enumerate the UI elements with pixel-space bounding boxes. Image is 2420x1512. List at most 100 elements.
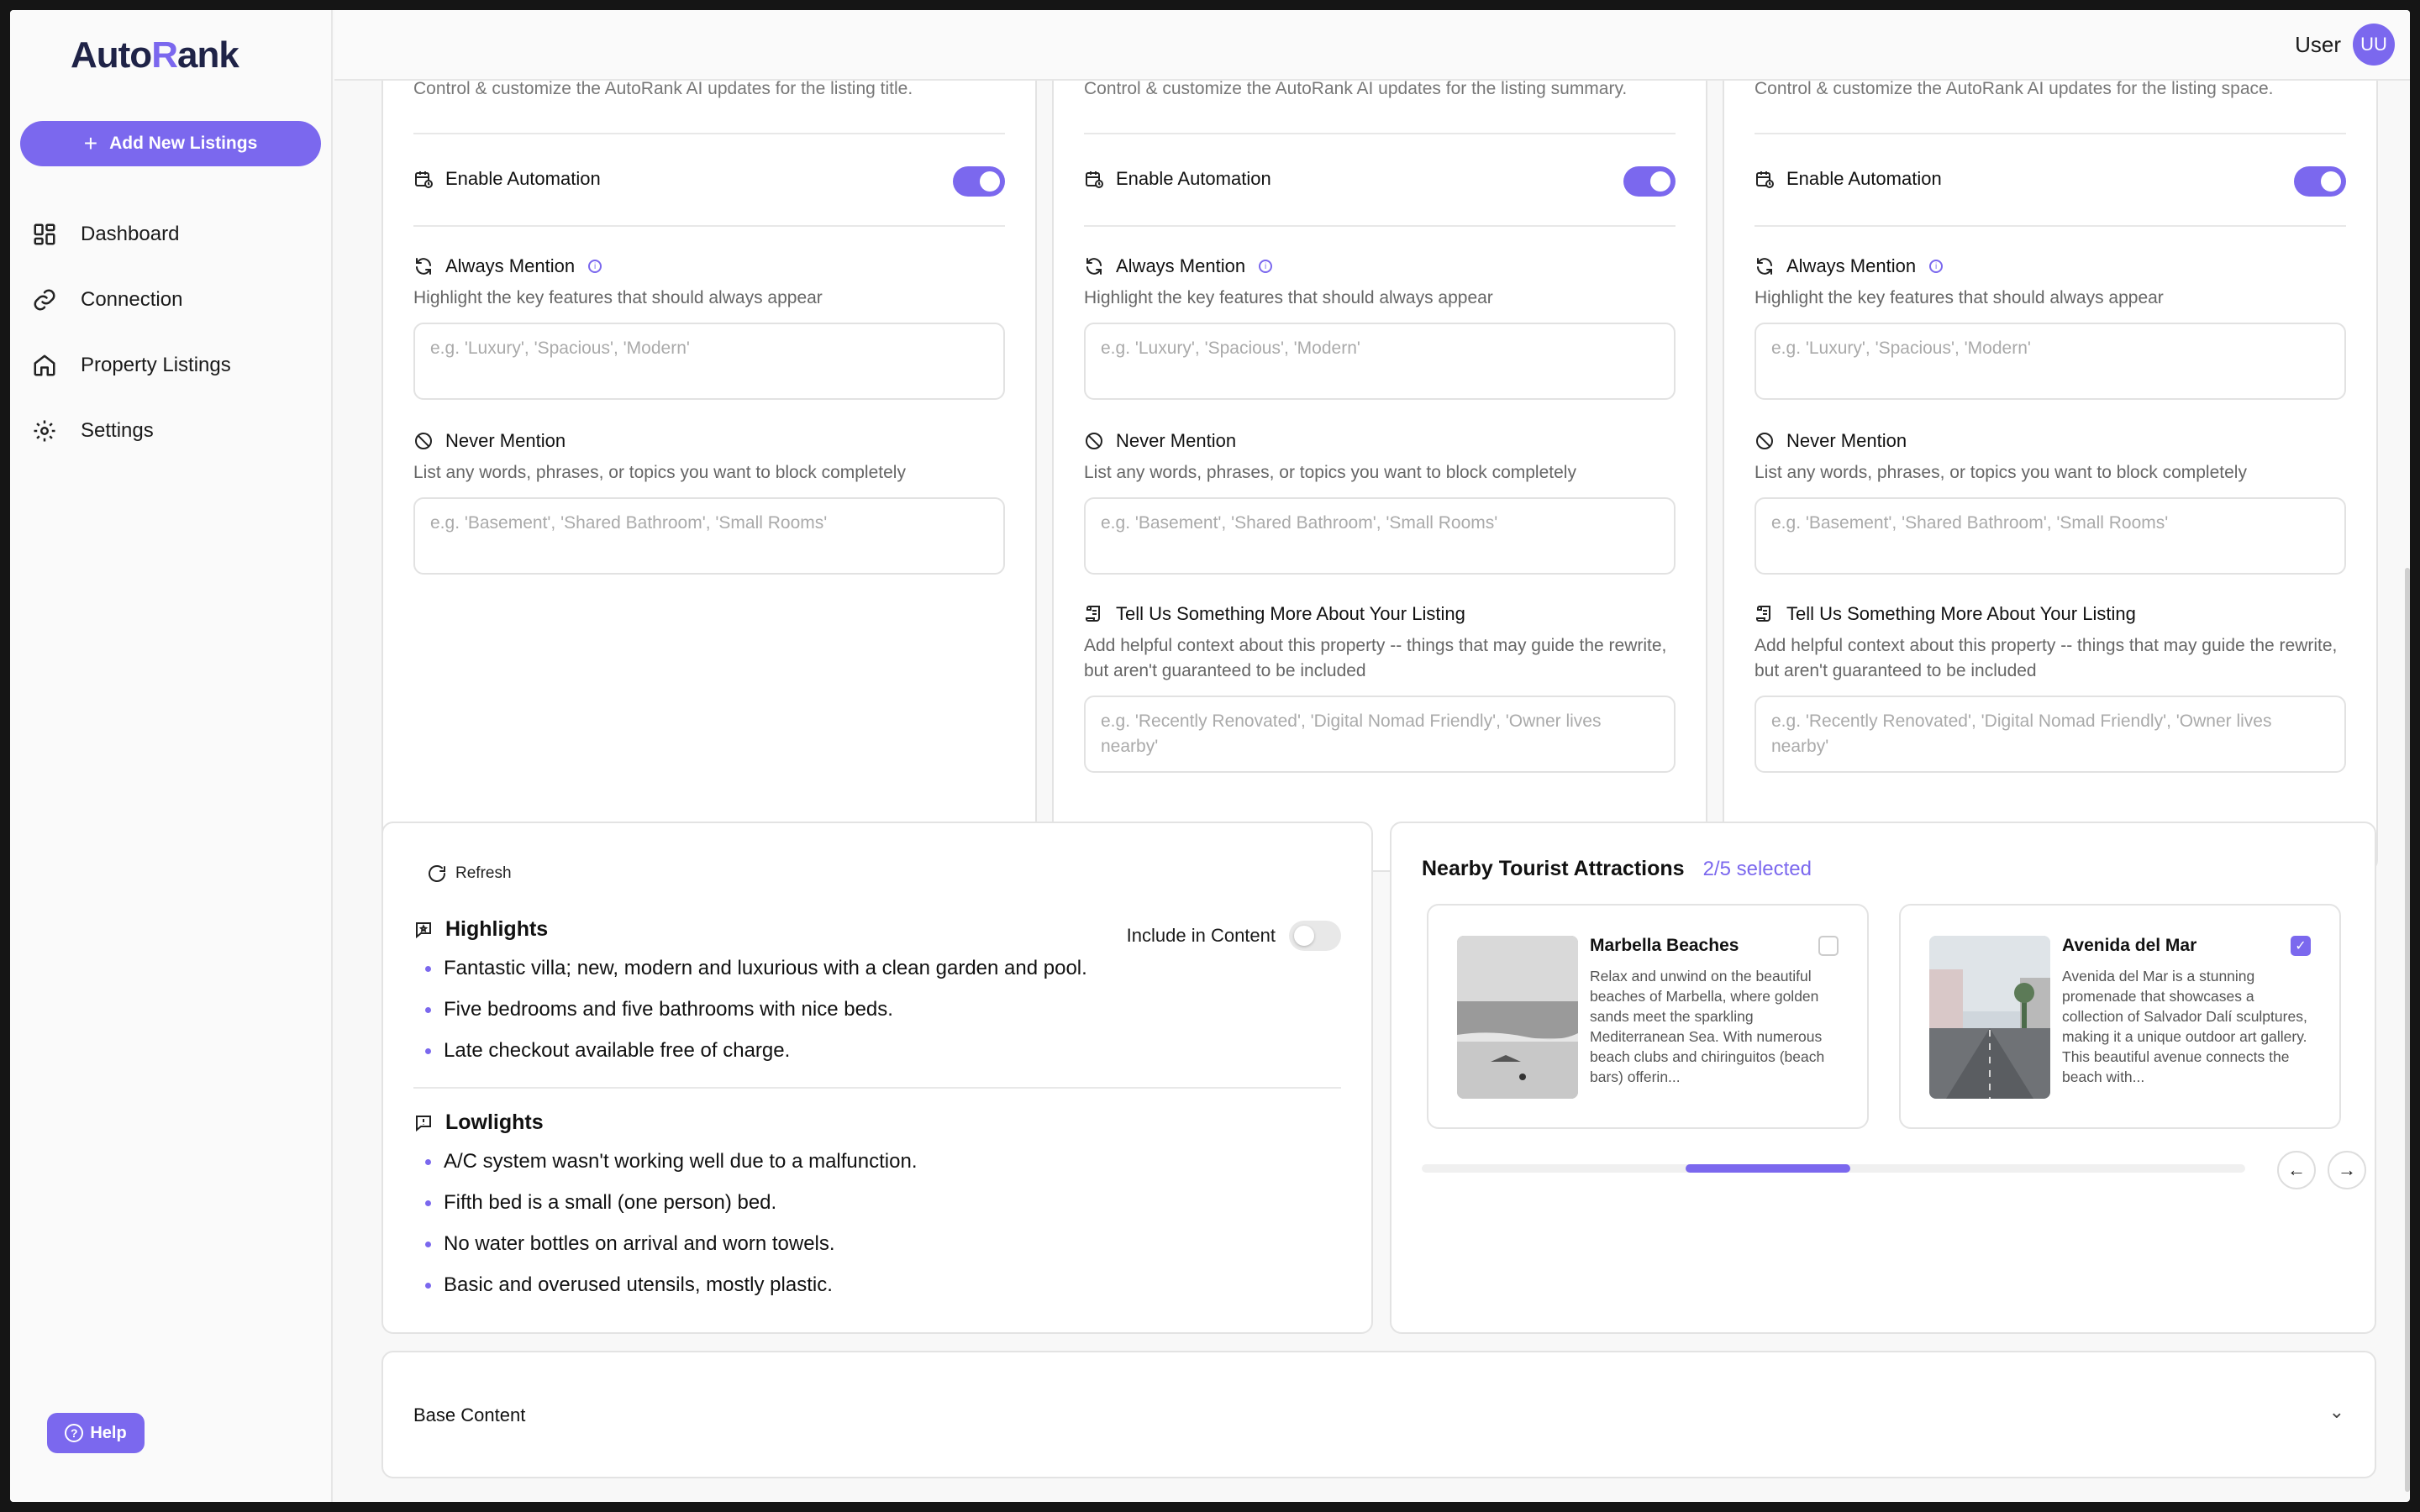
never-mention-help: List any words, phrases, or topics you w… (1754, 463, 2247, 482)
scroll-icon (1756, 605, 1770, 622)
avatar[interactable]: UU (2353, 24, 2395, 66)
card-description: Control & customize the AutoRank AI upda… (413, 79, 913, 98)
sidebar-item-property-listings[interactable]: Property Listings (10, 333, 331, 398)
carousel-scroll-thumb[interactable] (1686, 1164, 1850, 1173)
block-icon (1756, 433, 1773, 449)
always-mention-text: Always Mention (1786, 255, 1917, 276)
add-new-listings-label: Add New Listings (109, 134, 258, 153)
arrow-right-icon: → (2338, 1159, 2356, 1180)
carousel-scroll-track[interactable] (1422, 1164, 2245, 1173)
more-about-help: Add helpful context about this property … (1084, 636, 1667, 680)
carousel-next-button[interactable]: → (2328, 1151, 2366, 1189)
attraction-item-marbella-beaches[interactable]: Marbella Beaches Relax and unwind on the… (1427, 904, 1869, 1129)
topbar: User UU (334, 10, 2410, 81)
attraction-description: Avenida del Mar is a stunning promenade … (2062, 968, 2307, 1085)
info-icon[interactable]: i (588, 260, 602, 273)
enable-automation-toggle[interactable] (1623, 166, 1676, 197)
settings-card-title: Control & customize the AutoRank AI upda… (381, 47, 1037, 872)
attraction-name: Marbella Beaches (1590, 936, 1739, 955)
list-item: Fifth bed is a small (one person) bed. (413, 1182, 1341, 1223)
never-mention-input[interactable] (413, 497, 1005, 575)
always-mention-input[interactable] (1084, 323, 1676, 400)
message-alert-icon (416, 1115, 431, 1131)
user-menu[interactable]: User UU (2295, 24, 2395, 66)
enable-automation-label: Enable Automation (1754, 168, 1942, 190)
logo-text-ank: ank (176, 34, 239, 76)
divider (1084, 225, 1676, 227)
more-about-input[interactable] (1084, 696, 1676, 773)
settings-card-space: Control & customize the AutoRank AI upda… (1723, 47, 2378, 872)
arrow-left-icon: ← (2287, 1159, 2306, 1180)
help-button[interactable]: ? Help (47, 1413, 145, 1453)
sidebar-item-dashboard[interactable]: Dashboard (10, 202, 331, 267)
sidebar-item-connection[interactable]: Connection (10, 267, 331, 333)
base-content-label: Base Content (413, 1404, 526, 1425)
attraction-checkbox[interactable] (1818, 936, 1839, 956)
plus-icon: + (83, 130, 98, 156)
never-mention-text: Never Mention (445, 430, 566, 451)
always-mention-text: Always Mention (445, 255, 576, 276)
more-about-text: Tell Us Something More About Your Listin… (1116, 603, 1465, 624)
more-about-label: Tell Us Something More About Your Listin… (1754, 603, 2136, 625)
logo-text-r: R (151, 34, 178, 76)
main-scrollbar[interactable] (2405, 568, 2410, 1492)
more-about-label: Tell Us Something More About Your Listin… (1084, 603, 1465, 625)
sidebar-item-settings[interactable]: Settings (10, 398, 331, 464)
enable-automation-toggle[interactable] (2294, 166, 2346, 197)
lowlights-list: A/C system wasn't working well due to a … (413, 1141, 1341, 1305)
question-icon: ? (65, 1424, 84, 1442)
refresh-icon (416, 258, 431, 275)
scroll-icon (1086, 605, 1100, 622)
card-description: Control & customize the AutoRank AI upda… (1754, 79, 2274, 98)
refresh-icon (429, 865, 445, 882)
chevron-down-icon[interactable]: ⌄ (2329, 1401, 2344, 1423)
info-icon[interactable]: i (1929, 260, 1944, 273)
main-content: Control & customize the AutoRank AI upda… (334, 47, 2410, 1502)
never-mention-input[interactable] (1754, 497, 2346, 575)
divider (1754, 133, 2346, 134)
block-icon (1086, 433, 1102, 449)
include-in-content-toggle[interactable] (1289, 921, 1341, 951)
calendar-clock-icon (415, 171, 433, 188)
highlights-card: Refresh Highlights Include in Content Fa… (381, 822, 1373, 1334)
always-mention-help: Highlight the key features that should a… (413, 288, 823, 307)
list-item: Five bedrooms and five bathrooms with ni… (413, 989, 1341, 1030)
always-mention-input[interactable] (1754, 323, 2346, 400)
attraction-checkbox[interactable]: ✓ (2291, 936, 2311, 956)
divider (1754, 225, 2346, 227)
never-mention-label: Never Mention (413, 430, 566, 452)
enable-automation-text: Enable Automation (445, 168, 601, 189)
divider (413, 133, 1005, 134)
enable-automation-label: Enable Automation (413, 168, 601, 190)
attractions-title: Nearby Tourist Attractions (1422, 857, 1685, 880)
info-icon[interactable]: i (1259, 260, 1273, 273)
always-mention-input[interactable] (413, 323, 1005, 400)
link-icon (34, 289, 55, 311)
sidebar-item-label: Connection (81, 288, 183, 311)
carousel-prev-button[interactable]: ← (2277, 1151, 2316, 1189)
refresh-icon (1086, 258, 1102, 275)
sidebar-item-label: Property Listings (81, 354, 231, 376)
logo[interactable]: Auto Rank (71, 34, 239, 77)
list-item: No water bottles on arrival and worn tow… (413, 1223, 1341, 1264)
enable-automation-label: Enable Automation (1084, 168, 1271, 190)
refresh-icon (1757, 258, 1772, 275)
add-new-listings-button[interactable]: + Add New Listings (20, 121, 321, 166)
more-about-input[interactable] (1754, 696, 2346, 773)
calendar-clock-icon (1086, 171, 1103, 188)
refresh-button[interactable]: Refresh (427, 864, 512, 884)
highlights-heading: Highlights (413, 917, 548, 942)
lowlights-heading: Lowlights (413, 1110, 544, 1135)
attraction-item-avenida-del-mar[interactable]: Avenida del Mar Avenida del Mar is a stu… (1899, 904, 2341, 1129)
highlights-title: Highlights (445, 917, 549, 941)
enable-automation-text: Enable Automation (1116, 168, 1271, 189)
highlights-list: Fantastic villa; new, modern and luxurio… (413, 948, 1341, 1071)
never-mention-label: Never Mention (1754, 430, 1907, 452)
base-content-accordion[interactable]: Base Content ⌄ (381, 1351, 2376, 1478)
sidebar-item-label: Settings (81, 419, 154, 442)
never-mention-input[interactable] (1084, 497, 1676, 575)
calendar-clock-icon (1756, 171, 1774, 188)
user-name: User (2295, 31, 2341, 57)
attractions-header: Nearby Tourist Attractions 2/5 selected (1422, 857, 1812, 881)
enable-automation-toggle[interactable] (953, 166, 1005, 197)
